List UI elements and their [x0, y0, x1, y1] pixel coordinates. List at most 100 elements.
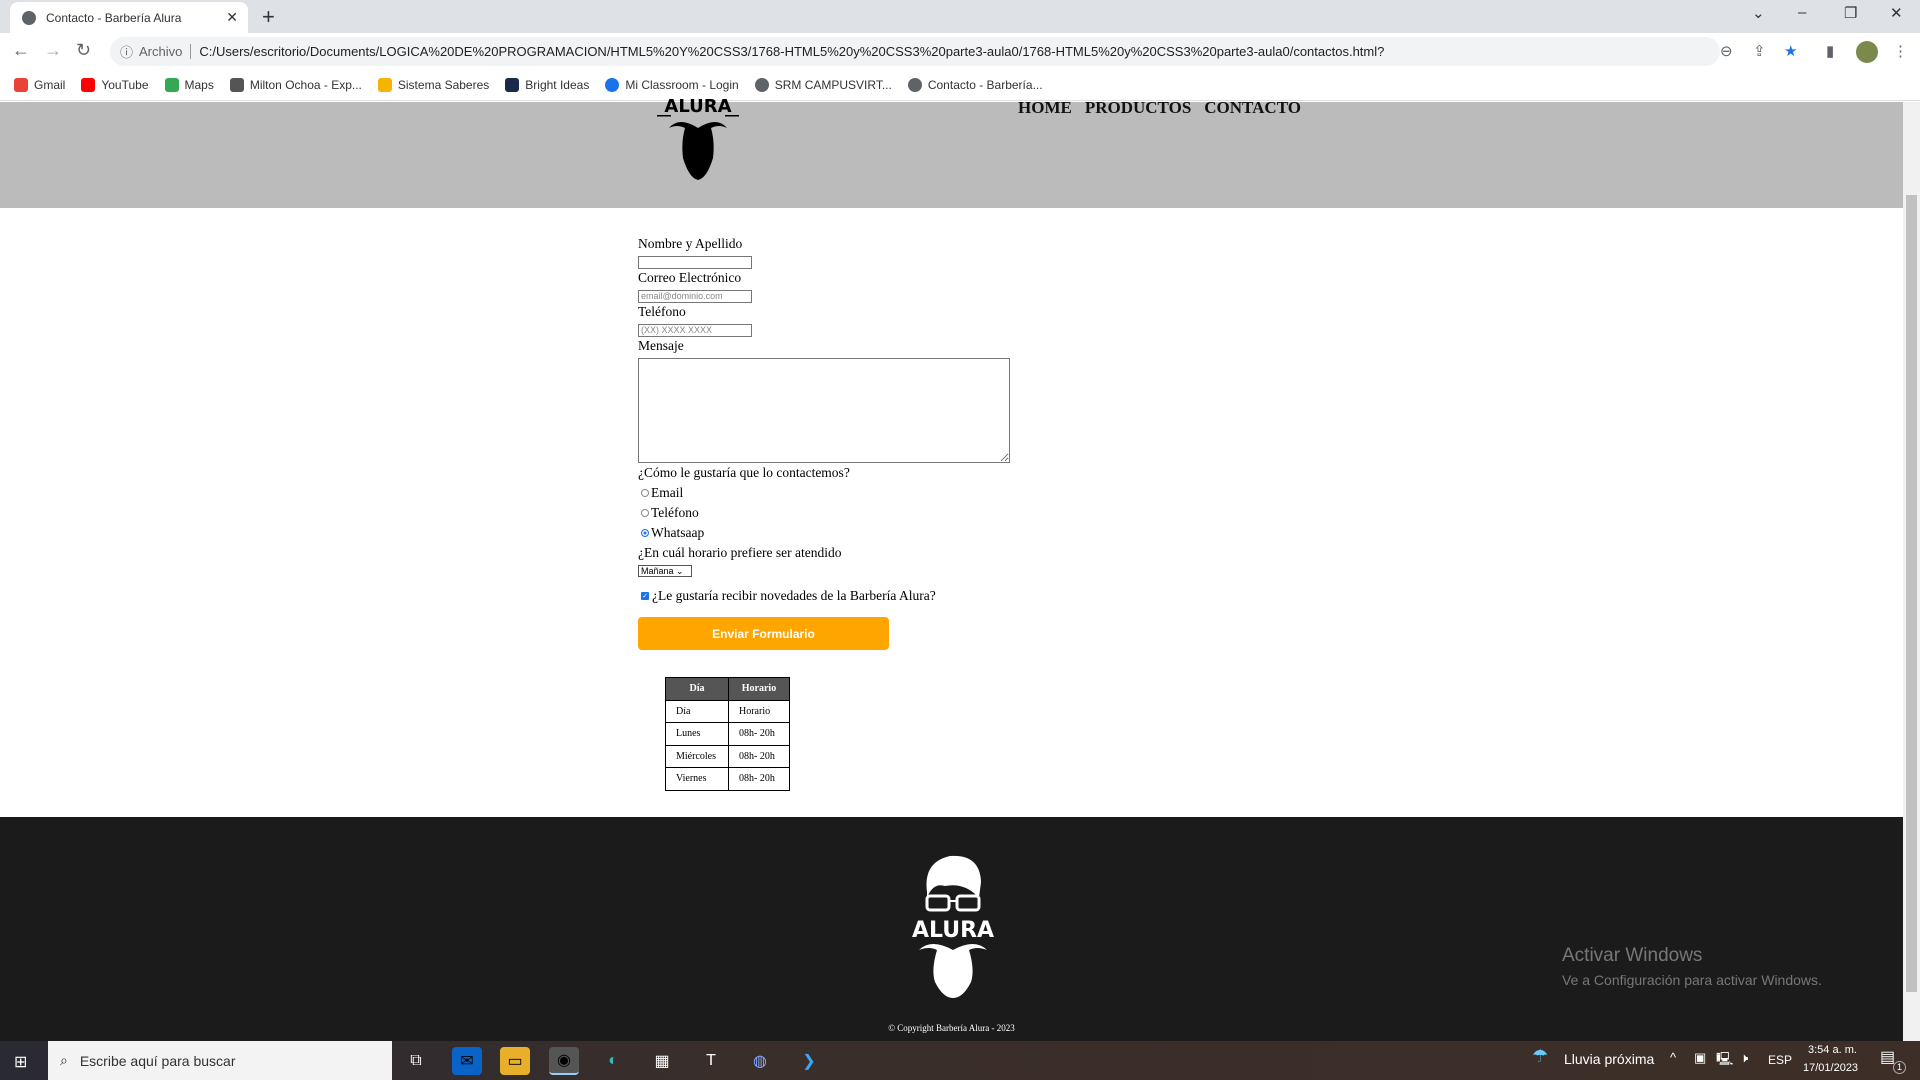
nav-home[interactable]: HOME: [1018, 98, 1072, 118]
bookmark-label: Bright Ideas: [525, 78, 590, 92]
message-textarea[interactable]: [638, 358, 1010, 463]
weather-icon[interactable]: ☂: [1532, 1046, 1548, 1067]
bookmark-maps[interactable]: Maps: [164, 78, 214, 92]
radio-button[interactable]: [641, 509, 649, 517]
radio-email[interactable]: Email: [638, 483, 1038, 503]
contact-question: ¿Cómo le gustaría que lo contactemos?: [638, 465, 850, 480]
classroom-icon: [605, 78, 620, 92]
taskbar-search[interactable]: ⌕ Escribe aquí para buscar: [48, 1041, 392, 1080]
weather-text[interactable]: Lluvia próxima: [1564, 1051, 1654, 1067]
url-text[interactable]: C:/Users/escritorio/Documents/LOGICA%20D…: [199, 44, 1384, 59]
reload-icon[interactable]: ↻: [76, 40, 91, 61]
site-header: [0, 102, 1903, 208]
bookmark-classroom[interactable]: Mi Classroom - Login: [605, 78, 739, 92]
cell: Viernes: [665, 767, 729, 791]
email-input[interactable]: email@dominio.com: [638, 290, 752, 303]
tab-title: Contacto - Barbería Alura: [46, 10, 182, 25]
bookmark-gmail[interactable]: Gmail: [14, 78, 65, 92]
name-label: Nombre y Apellido: [638, 236, 743, 251]
table-row: Miércoles 08h- 20h: [665, 744, 790, 768]
mail-icon[interactable]: ✉: [452, 1047, 482, 1075]
bookmark-youtube[interactable]: YouTube: [81, 78, 149, 92]
contact-form: Nombre y Apellido Correo Electrónico ema…: [638, 235, 1038, 606]
nav-contacto[interactable]: CONTACTO: [1204, 98, 1301, 118]
menu-icon[interactable]: ⋮: [1893, 42, 1908, 60]
checkbox-checked-icon[interactable]: ✓: [641, 592, 649, 600]
bookmarks-bar: Gmail YouTube Maps Milton Ochoa - Exp...…: [0, 70, 1920, 101]
bookmark-star-icon[interactable]: ★: [1784, 42, 1797, 60]
name-input[interactable]: [638, 256, 752, 269]
alura-logo[interactable]: ALURA: [655, 98, 741, 182]
info-icon[interactable]: ⓘ: [120, 42, 133, 61]
store-icon[interactable]: ▦: [647, 1047, 677, 1075]
meet-icon[interactable]: ▣: [1694, 1050, 1706, 1066]
windows-start-icon[interactable]: ⊞: [14, 1052, 27, 1072]
bookmark-label: Maps: [184, 78, 214, 92]
task-view-icon[interactable]: ⧉: [401, 1047, 431, 1075]
clock-time[interactable]: 3:54 a. m.: [1808, 1044, 1857, 1056]
search-icon: ⌕: [60, 1052, 68, 1068]
new-tab-button[interactable]: +: [262, 4, 275, 30]
radio-label: Teléfono: [651, 505, 699, 520]
back-icon[interactable]: ←: [12, 40, 30, 61]
profile-avatar[interactable]: [1856, 41, 1878, 63]
maps-icon: [164, 78, 179, 92]
discord-icon[interactable]: ◍: [745, 1047, 775, 1075]
notifications-badge: 1: [1893, 1061, 1906, 1074]
close-tab-icon[interactable]: ✕: [226, 9, 238, 26]
cell: 08h- 20h: [728, 767, 790, 791]
nav-productos[interactable]: PRODUCTOS: [1085, 98, 1191, 118]
chrome-icon[interactable]: ◉: [549, 1047, 579, 1075]
address-bar[interactable]: ⓘ Archivo C:/Users/escritorio/Documents/…: [110, 37, 1720, 66]
bright-ideas-icon: [505, 78, 520, 92]
radio-whatsapp[interactable]: Whatsaap: [638, 523, 1038, 543]
tab-contacto[interactable]: Contacto - Barbería Alura ✕: [10, 2, 248, 33]
bookmark-srm[interactable]: SRM CAMPUSVIRT...: [754, 78, 892, 92]
main-nav: HOME PRODUCTOS CONTACTO: [1018, 98, 1301, 118]
bookmark-label: SRM CAMPUSVIRT...: [774, 78, 892, 92]
zoom-icon[interactable]: ⊖: [1720, 42, 1733, 60]
newsletter-row[interactable]: ✓ ¿Le gustaría recibir novedades de la Ba…: [638, 586, 1038, 606]
scrollbar-thumb[interactable]: [1906, 195, 1917, 992]
bookmark-contacto[interactable]: Contacto - Barbería...: [907, 78, 1043, 92]
bookmark-bright-ideas[interactable]: Bright Ideas: [505, 78, 589, 92]
schedule-select[interactable]: Mañana ⌄: [638, 565, 692, 577]
cell: Horario: [728, 699, 790, 723]
bookmark-label: Milton Ochoa - Exp...: [249, 78, 362, 92]
radio-telefono[interactable]: Teléfono: [638, 503, 1038, 523]
activation-watermark-title: Activar Windows: [1562, 945, 1703, 966]
clock-date[interactable]: 17/01/2023: [1803, 1062, 1858, 1074]
side-panel-icon[interactable]: ▮: [1826, 42, 1834, 60]
phone-input[interactable]: (XX) XXXX XXXX: [638, 324, 752, 337]
copyright: © Copyright Barbería Alura - 2023: [888, 1023, 1015, 1033]
globe-icon: [22, 10, 36, 25]
file-explorer-icon[interactable]: ▭: [500, 1047, 530, 1075]
tab-search-icon[interactable]: ⌄: [1752, 4, 1765, 22]
table-row: Lunes 08h- 20h: [665, 722, 790, 746]
radio-button[interactable]: [641, 529, 649, 537]
email-label: Correo Electrónico: [638, 270, 742, 285]
network-icon[interactable]: 🖳: [1716, 1050, 1733, 1072]
vscode-icon[interactable]: ❯: [794, 1047, 824, 1075]
bookmark-label: Mi Classroom - Login: [625, 78, 739, 92]
forward-icon[interactable]: →: [44, 40, 62, 61]
minimize-button[interactable]: –: [1798, 4, 1806, 21]
close-window-button[interactable]: ✕: [1890, 4, 1903, 22]
table-row: Viernes 08h- 20h: [665, 767, 790, 791]
svg-text:ALURA: ALURA: [664, 98, 731, 117]
share-icon[interactable]: ⇪: [1753, 42, 1766, 60]
radio-button[interactable]: [641, 489, 649, 497]
chevron-up-icon[interactable]: ^: [1670, 1050, 1676, 1065]
volume-icon[interactable]: 🕨: [1740, 1050, 1748, 1066]
language-indicator[interactable]: ESP: [1768, 1053, 1792, 1067]
bookmark-label: YouTube: [101, 78, 149, 92]
bookmark-milton[interactable]: Milton Ochoa - Exp...: [229, 78, 362, 92]
radio-label: Whatsaap: [651, 525, 705, 540]
edge-icon[interactable]: ◐: [598, 1047, 628, 1075]
schedule-table: Día Horario Día Horario Lunes 08h- 20h Miér…: [665, 677, 790, 791]
bookmark-saberes[interactable]: Sistema Saberes: [377, 78, 489, 92]
newsletter-label: ¿Le gustaría recibir novedades de la Bar…: [652, 588, 936, 603]
typora-icon[interactable]: T: [696, 1047, 726, 1075]
restore-button[interactable]: ❐: [1844, 4, 1857, 22]
submit-button[interactable]: Enviar Formulario: [638, 617, 889, 650]
